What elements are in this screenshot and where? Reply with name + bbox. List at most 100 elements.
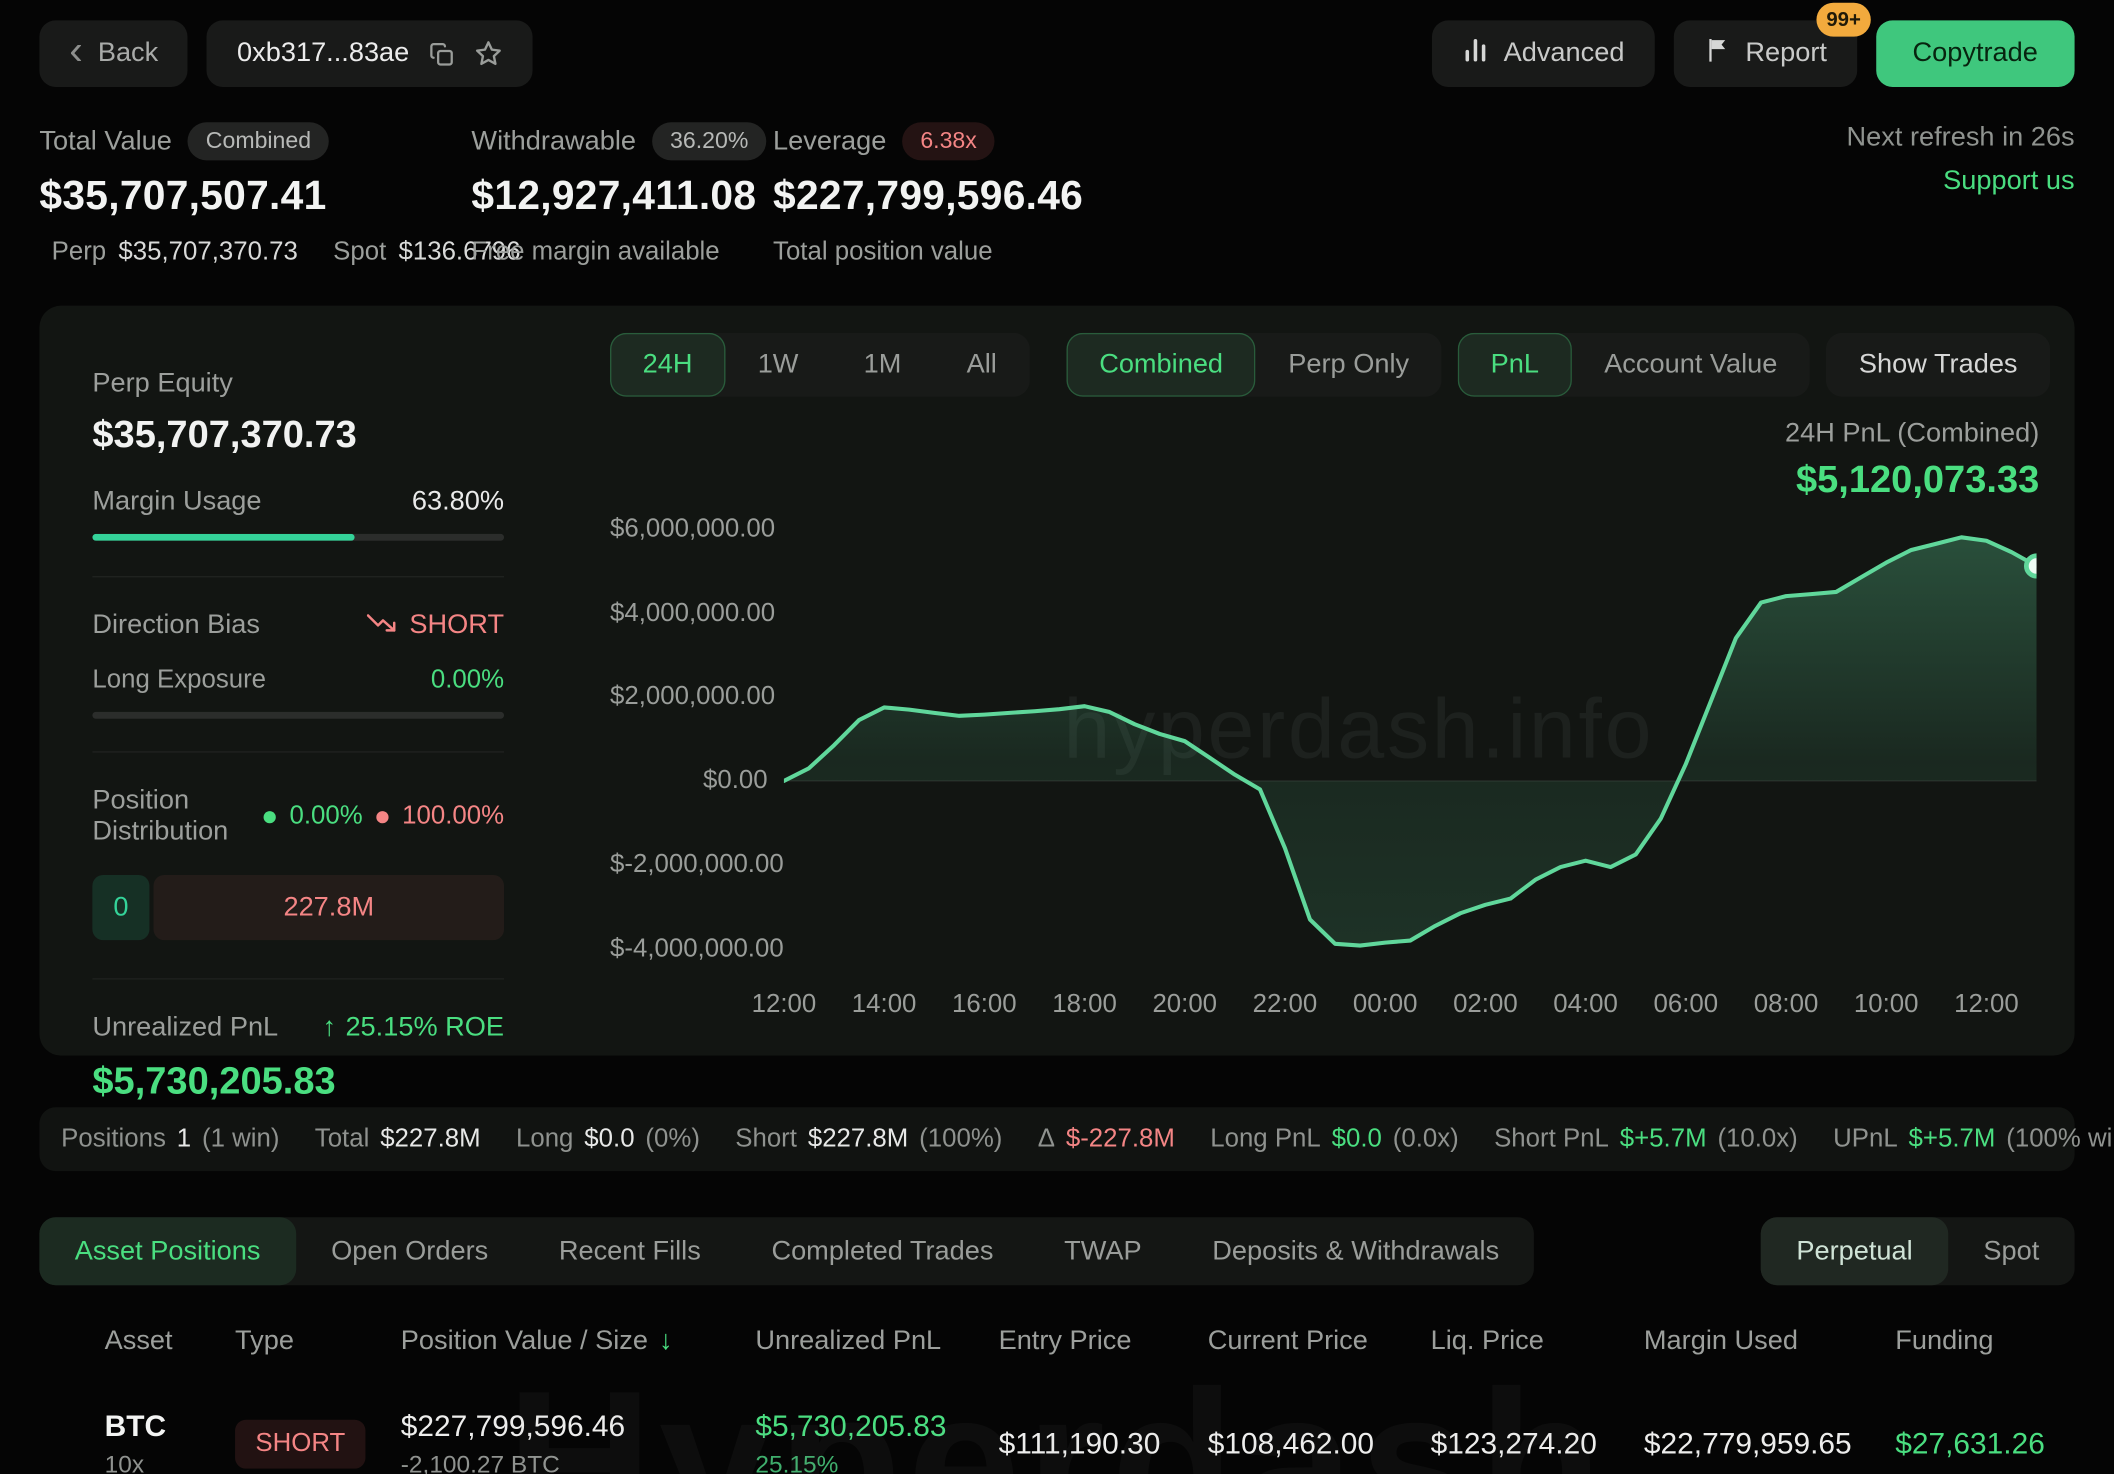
- tab-account-value[interactable]: Account Value: [1572, 333, 1810, 397]
- leverage-value: $227,799,596.46: [773, 174, 1084, 220]
- col-funding[interactable]: Funding: [1895, 1327, 2074, 1358]
- summary-extra: (1 win): [202, 1124, 280, 1154]
- short-dot-icon: [376, 810, 389, 824]
- address-pill[interactable]: 0xb317...83ae: [207, 20, 533, 87]
- tab-recent-fills[interactable]: Recent Fills: [524, 1218, 737, 1286]
- tab-spot[interactable]: Spot: [1948, 1218, 2075, 1286]
- x-axis-tick-label: 10:00: [1853, 990, 1919, 1020]
- positions-table: Asset Type Position Value / Size ↓ Unrea…: [39, 1327, 2074, 1474]
- x-axis-tick-label: 16:00: [952, 990, 1017, 1020]
- tab-all[interactable]: All: [934, 333, 1029, 397]
- col-type[interactable]: Type: [235, 1327, 401, 1358]
- position-distribution-label: Position Distribution: [92, 785, 229, 847]
- time-range-tabs: 24H 1W 1M All: [610, 333, 1030, 398]
- pnl-chart: hyperdash.info $6,000,000.00 $4,000,000.0…: [610, 502, 2050, 1021]
- summary-label: Positions: [61, 1124, 166, 1154]
- col-current-price[interactable]: Current Price: [1208, 1327, 1431, 1358]
- asset-symbol: BTC: [104, 1409, 167, 1444]
- pnl-title: 24H PnL (Combined): [1785, 418, 2040, 449]
- leverage-sub: Total position value: [773, 238, 993, 267]
- tab-perp-only[interactable]: Perp Only: [1256, 333, 1442, 397]
- margin-usage-label: Margin Usage: [92, 486, 262, 517]
- long-exposure-track: [92, 712, 505, 720]
- asset-leverage: 10x: [104, 1451, 145, 1474]
- distribution-bar: 0 227.8M: [92, 875, 505, 941]
- tab-perpetual[interactable]: Perpetual: [1761, 1217, 1949, 1286]
- back-button[interactable]: ‹ Back: [39, 20, 189, 87]
- col-margin-used[interactable]: Margin Used: [1644, 1327, 1895, 1358]
- col-liq-price[interactable]: Liq. Price: [1431, 1327, 1644, 1358]
- advanced-button[interactable]: Advanced: [1431, 20, 1655, 87]
- pnl-value: $5,120,073.33: [1795, 458, 2040, 501]
- table-row[interactable]: BTC 10x SHORT $227,799,596.46 -2,100.27 …: [105, 1409, 2075, 1474]
- flag-icon: [1703, 36, 1730, 71]
- summary-short-pnl: Short PnL $+5.7M (10.0x): [1494, 1125, 1798, 1155]
- summary-value: $-227.8M: [1065, 1124, 1175, 1154]
- trending-down-icon: [367, 611, 397, 642]
- sort-desc-icon[interactable]: ↓: [659, 1327, 673, 1358]
- direction-bias-value: SHORT: [409, 610, 505, 641]
- col-position-value-label: Position Value / Size: [400, 1326, 648, 1357]
- long-percentage: 0.00%: [289, 802, 363, 831]
- total-value: $35,707,507.41: [39, 174, 327, 220]
- position-distribution-section: Position Distribution 0.00% 100.00% 0 22…: [92, 753, 505, 981]
- tab-twap[interactable]: TWAP: [1029, 1218, 1177, 1286]
- star-icon[interactable]: [474, 39, 503, 68]
- tab-pnl[interactable]: PnL: [1458, 333, 1572, 398]
- chart-column: 24H 1W 1M All Combined Perp Only PnL Acc…: [569, 306, 2074, 1056]
- cell-type: SHORT: [235, 1420, 401, 1470]
- perp-equity-section: Perp Equity $35,707,370.73 Margin Usage …: [92, 368, 505, 578]
- y-axis-tick-label: $4,000,000.00: [610, 598, 776, 628]
- y-axis-tick-label: $-4,000,000.00: [610, 934, 784, 964]
- margin-usage-track: [92, 534, 505, 542]
- cell-position-value: $227,799,596.46 -2,100.27 BTC: [401, 1409, 756, 1474]
- x-axis-tick-label: 04:00: [1553, 990, 1618, 1020]
- chart-plot-area[interactable]: [783, 513, 2037, 975]
- tab-asset-positions[interactable]: Asset Positions: [39, 1217, 296, 1286]
- metric-tabs: PnL Account Value: [1458, 333, 1811, 398]
- col-asset[interactable]: Asset: [105, 1327, 235, 1358]
- tab-open-orders[interactable]: Open Orders: [296, 1218, 524, 1286]
- roe-up-arrow-icon: ↑: [322, 1012, 336, 1043]
- report-label: Report: [1745, 38, 1827, 68]
- long-dot-icon: [263, 810, 276, 824]
- wallet-address: 0xb317...83ae: [237, 38, 410, 68]
- withdrawable-label: Withdrawable: [471, 125, 637, 156]
- x-axis-tick-label: 20:00: [1152, 990, 1218, 1020]
- summary-label: Long PnL: [1210, 1124, 1321, 1154]
- tab-deposits-withdrawals[interactable]: Deposits & Withdrawals: [1177, 1218, 1535, 1286]
- summary-label: Total: [314, 1124, 370, 1154]
- tab-completed-trades[interactable]: Completed Trades: [736, 1218, 1029, 1286]
- summary-value: $227.8M: [807, 1124, 909, 1154]
- summary-label: Short PnL: [1494, 1124, 1609, 1154]
- tab-1w[interactable]: 1W: [725, 333, 831, 397]
- positions-summary-bar: Positions 1 (1 win) Total $227.8M Long $…: [39, 1107, 2114, 1172]
- entry-price: $111,190.30: [998, 1427, 1161, 1462]
- copy-icon[interactable]: [428, 40, 455, 67]
- col-position-value[interactable]: Position Value / Size ↓: [401, 1327, 756, 1358]
- withdrawable-badge: 36.20%: [652, 122, 767, 161]
- col-entry-price[interactable]: Entry Price: [999, 1327, 1208, 1358]
- col-unrealized-pnl[interactable]: Unrealized PnL: [755, 1327, 998, 1358]
- show-trades-button[interactable]: Show Trades: [1826, 333, 2051, 398]
- x-axis-tick-label: 12:00: [1954, 990, 2019, 1020]
- tab-combined[interactable]: Combined: [1066, 333, 1256, 398]
- tab-1m[interactable]: 1M: [831, 333, 934, 397]
- x-axis-tick-label: 06:00: [1653, 990, 1719, 1020]
- summary-extra: (0%): [645, 1124, 700, 1154]
- support-us-link[interactable]: Support us: [1847, 166, 2074, 197]
- copytrade-button[interactable]: Copytrade: [1875, 20, 2075, 87]
- unrealized-pnl-label: Unrealized PnL: [92, 1012, 279, 1043]
- y-axis-tick-label: $0.00: [703, 766, 768, 796]
- unrealized-pnl-value: $5,730,205.83: [92, 1060, 336, 1103]
- table-header-row: Asset Type Position Value / Size ↓ Unrea…: [105, 1327, 2075, 1358]
- summary-long: Long $0.0 (0%): [516, 1125, 700, 1155]
- perp-equity-label: Perp Equity: [92, 368, 233, 399]
- combined-badge: Combined: [188, 122, 329, 161]
- tab-24h[interactable]: 24H: [610, 333, 726, 398]
- direction-bias-label: Direction Bias: [92, 610, 261, 641]
- stat-withdrawable: Withdrawable 36.20% $12,927,411.08 Free …: [471, 122, 773, 268]
- overview-column: Perp Equity $35,707,370.73 Margin Usage …: [39, 306, 569, 1102]
- perp-equity-value: $35,707,370.73: [92, 413, 357, 456]
- long-exposure-label: Long Exposure: [92, 666, 267, 695]
